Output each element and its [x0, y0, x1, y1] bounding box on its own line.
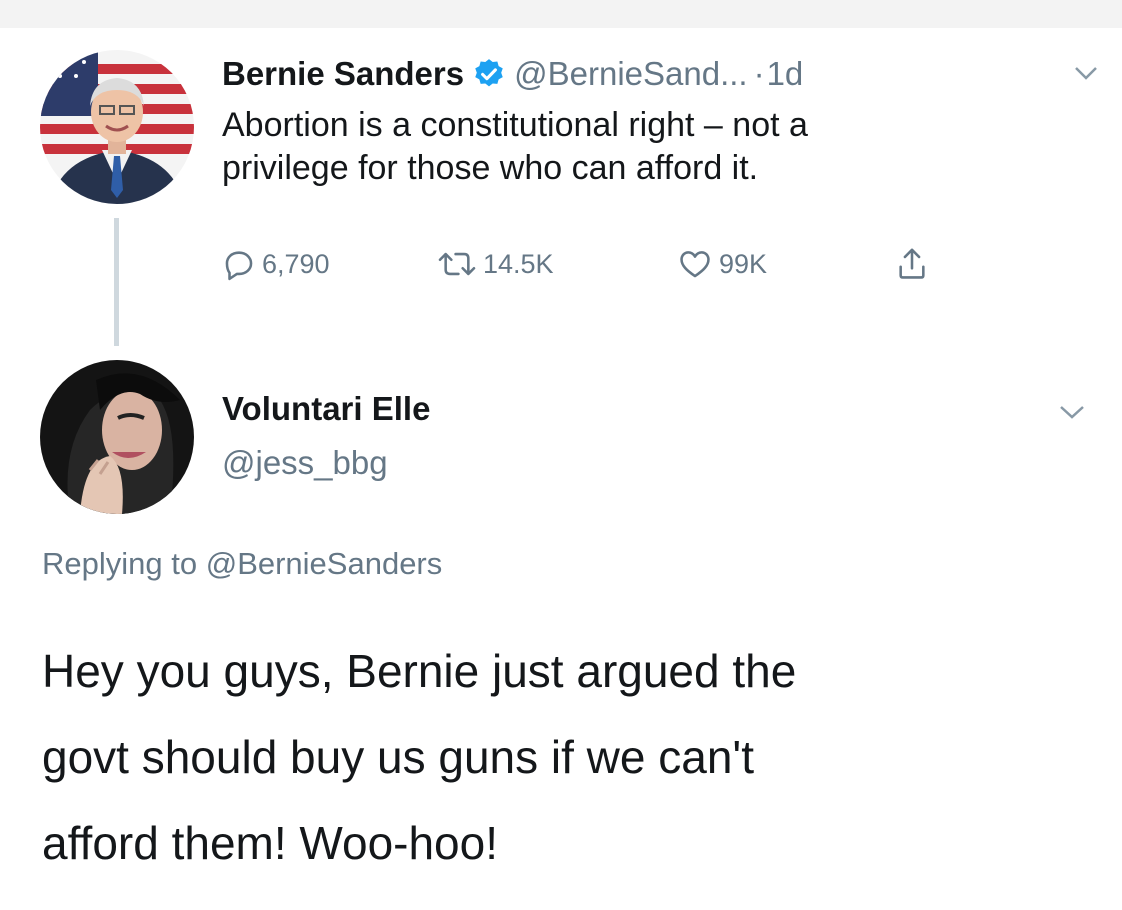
- share-icon: [899, 248, 925, 279]
- voluntari-avatar[interactable]: [40, 360, 194, 514]
- retweet-button[interactable]: 14.5K: [437, 247, 677, 281]
- separator-dot: ·: [753, 55, 765, 92]
- like-icon: [680, 251, 710, 278]
- replying-to: Replying to @BernieSanders: [42, 546, 442, 582]
- chevron-down-icon[interactable]: [1058, 402, 1086, 422]
- retweet-count: 14.5K: [483, 248, 554, 279]
- like-count: 99K: [719, 248, 768, 279]
- tweet-header: Bernie Sanders @BernieSand... · 1d: [222, 52, 803, 96]
- reply-count: 6,790: [262, 248, 330, 279]
- retweet-icon: [438, 252, 476, 276]
- chevron-down-icon[interactable]: [1073, 64, 1099, 82]
- replying-mention[interactable]: @BernieSanders: [206, 546, 443, 581]
- reply-author-handle[interactable]: @jess_bbg: [222, 444, 388, 482]
- reply-icon: [225, 251, 253, 281]
- like-button[interactable]: 99K: [677, 247, 895, 281]
- share-button[interactable]: [895, 245, 935, 283]
- timestamp[interactable]: 1d: [767, 55, 804, 93]
- replying-prefix: Replying to: [42, 546, 206, 581]
- tweet-text: Abortion is a constitutional right – not…: [222, 106, 808, 187]
- author-handle[interactable]: @BernieSand...: [514, 55, 747, 93]
- reply-button[interactable]: 6,790: [222, 247, 437, 281]
- bernie-avatar[interactable]: [40, 50, 194, 204]
- author-name[interactable]: Bernie Sanders: [222, 55, 464, 93]
- thread-line: [114, 218, 119, 346]
- tweet-actions: 6,790 14.5K 99K: [222, 240, 935, 288]
- top-strip: [0, 0, 1122, 28]
- verified-badge-icon: [472, 57, 506, 91]
- reply-author-name[interactable]: Voluntari Elle: [222, 390, 430, 428]
- reply-text: Hey you guys, Bernie just argued the gov…: [42, 645, 797, 869]
